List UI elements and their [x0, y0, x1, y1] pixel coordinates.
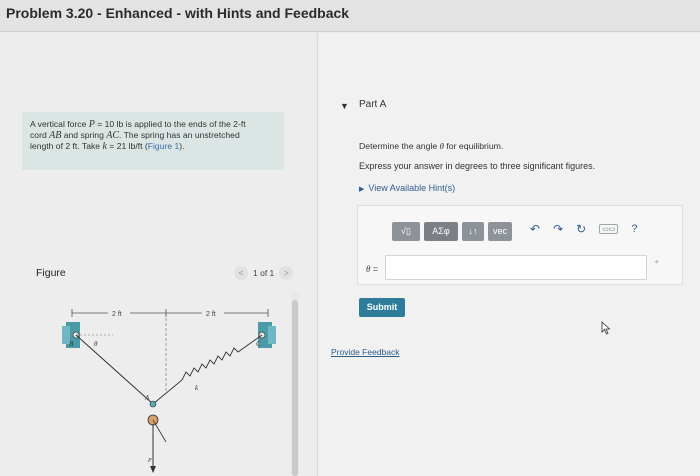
reset-icon[interactable]: ↻ [576, 222, 586, 236]
figure-link[interactable]: Figure 1 [148, 141, 180, 151]
force-p-label: P [147, 458, 152, 464]
next-figure-button[interactable]: > [279, 266, 294, 280]
theta-label: θ [94, 340, 98, 348]
problem-statement: A vertical force P = 10 lb is applied to… [22, 112, 284, 170]
undo-icon[interactable]: ↶ [530, 222, 540, 236]
provide-feedback-link[interactable]: Provide Feedback [331, 347, 400, 357]
symbols-button[interactable]: ΑΣφ [424, 221, 458, 241]
force-p-arrowhead [150, 466, 156, 473]
dimension-left-label: 2 ft [112, 311, 122, 318]
answer-variable-label: θ = [366, 264, 379, 274]
point-b-label: B [69, 340, 74, 348]
figure-page-count: 1 of 1 [253, 268, 275, 278]
view-hints-link[interactable]: ▶ View Available Hint(s) [359, 183, 455, 193]
figure-diagram: 2 ft 2 ft B θ C k A P [62, 308, 276, 473]
point-a-label: A [144, 394, 150, 402]
point-c-label: C [256, 340, 261, 348]
editor-actions: ↶ ↷ ↻ ▭▭ ? [530, 222, 638, 236]
subscript-superscript-button[interactable]: ↓↑ [462, 221, 484, 241]
help-icon[interactable]: ? [631, 223, 637, 235]
math-toolbar: √▯ ΑΣφ ↓↑ vec [392, 221, 512, 241]
figure-label: Figure [36, 267, 66, 279]
ring-ground-link [152, 419, 167, 443]
dimension-right-label: 2 ft [206, 311, 216, 318]
window-title: Problem 3.20 - Enhanced - with Hints and… [6, 5, 350, 21]
submit-button[interactable]: Submit [359, 298, 405, 317]
prev-figure-button[interactable]: < [234, 266, 248, 280]
joint-a [149, 400, 157, 408]
answer-input[interactable] [385, 255, 647, 280]
title-bar: Problem 3.20 - Enhanced - with Hints and… [0, 0, 700, 32]
mouse-cursor-icon [601, 321, 611, 335]
answer-instruction: Express your answer in degrees to three … [359, 161, 596, 171]
question-text: Determine the angle θ for equilibrium. [359, 141, 504, 151]
degree-unit: ° [655, 259, 659, 269]
hint-expand-icon: ▶ [359, 186, 365, 193]
templates-button[interactable]: √▯ [392, 221, 420, 241]
vector-button[interactable]: vec [488, 221, 512, 241]
part-collapse-toggle[interactable]: ▼ [340, 101, 349, 111]
spring-k-label: k [195, 384, 199, 392]
figure-pager: < 1 of 1 > [234, 266, 294, 280]
redo-icon[interactable]: ↷ [553, 222, 563, 236]
keyboard-icon[interactable]: ▭▭ [599, 224, 619, 234]
cord-ab [75, 334, 154, 405]
part-label[interactable]: Part A [359, 99, 386, 110]
spring-ac [152, 334, 263, 405]
figure-scrollbar-thumb[interactable] [292, 300, 298, 476]
